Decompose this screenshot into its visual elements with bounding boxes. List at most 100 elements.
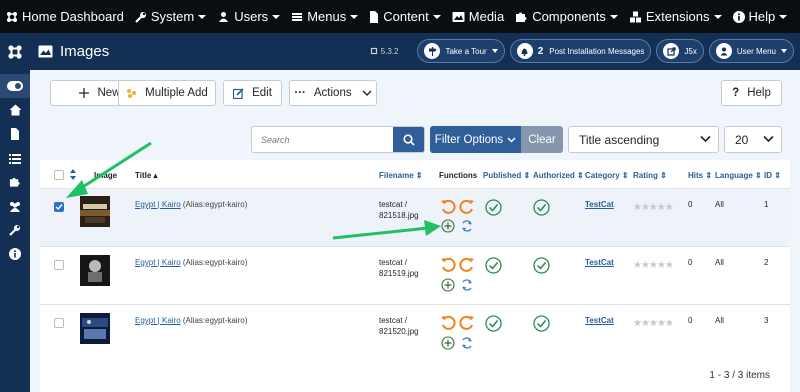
filename-file: 821520.jpg — [379, 327, 419, 336]
menu-media[interactable]: Media — [452, 9, 504, 24]
title-link[interactable]: Egypt | Kairo — [135, 258, 181, 267]
help-button[interactable]: ? Help — [721, 80, 782, 106]
category-link[interactable]: TestCat — [585, 316, 614, 325]
multiple-add-button[interactable]: Multiple Add — [118, 80, 216, 106]
title-link[interactable]: Egypt | Kairo — [135, 316, 181, 325]
column-language-label: Language — [715, 171, 753, 180]
column-hits-label: Hits — [688, 171, 704, 180]
info-icon — [9, 248, 21, 260]
list-limit-select[interactable]: 20 — [724, 126, 782, 153]
post-install-label: Post Installation Messages — [549, 46, 645, 56]
add-circle-icon[interactable] — [441, 278, 455, 292]
filename-path: testcat / — [379, 316, 408, 325]
rating-stars[interactable]: ★★★★★ — [633, 318, 674, 329]
image-thumbnail[interactable] — [80, 313, 110, 344]
search-box — [251, 126, 425, 153]
take-tour-button[interactable]: Take a Tour — [417, 39, 505, 63]
add-circle-icon[interactable] — [441, 219, 455, 233]
sidebar-toggle[interactable] — [0, 74, 30, 98]
language-cell: All — [715, 200, 724, 209]
actions-button[interactable]: ··· Actions — [289, 80, 377, 106]
menu-extensions[interactable]: Extensions — [629, 9, 722, 24]
add-circle-icon[interactable] — [441, 336, 455, 350]
search-input[interactable] — [252, 127, 393, 152]
authorized-check-icon[interactable] — [533, 257, 550, 274]
sidebar-item-system[interactable] — [0, 218, 30, 242]
sort-icon[interactable] — [70, 169, 76, 180]
column-published-label: Published — [483, 171, 522, 180]
column-title[interactable]: Title ▴ — [135, 160, 158, 188]
ordering-select[interactable]: Title ascending — [568, 126, 719, 153]
image-thumbnail[interactable] — [80, 196, 110, 227]
sidebar-item-help[interactable] — [0, 242, 30, 266]
menu-content[interactable]: Content — [369, 9, 441, 24]
sidebar-item-users[interactable] — [0, 194, 30, 218]
sort-ascending-icon: ▴ — [153, 171, 158, 180]
sidebar-item-components[interactable] — [0, 170, 30, 194]
check-all-checkbox[interactable] — [54, 170, 64, 180]
category-cell: TestCat — [585, 258, 614, 267]
column-category[interactable]: Category ⇕ — [585, 160, 629, 188]
column-hits[interactable]: Hits ⇕ — [688, 160, 712, 188]
menu-help[interactable]: Help — [732, 9, 788, 24]
hits-cell: 0 — [688, 200, 693, 209]
caret-down-icon — [432, 14, 441, 19]
image-thumbnail[interactable] — [80, 255, 110, 286]
sidebar-item-menus[interactable] — [0, 146, 30, 170]
column-id[interactable]: ID ⇕ — [764, 160, 781, 188]
user-menu-button[interactable]: User Menu — [708, 39, 794, 63]
site-link-button[interactable]: J5x — [656, 39, 704, 63]
rotate-right-icon[interactable] — [459, 315, 475, 331]
rotate-right-icon[interactable] — [459, 257, 475, 273]
published-check-icon[interactable] — [485, 257, 502, 274]
rating-stars[interactable]: ★★★★★ — [633, 202, 674, 213]
edit-button[interactable]: Edit — [223, 80, 282, 106]
external-link-icon — [663, 43, 680, 59]
sidebar-item-home[interactable] — [0, 98, 30, 122]
refresh-icon[interactable] — [460, 336, 474, 350]
toolbar: New Multiple Add Edit ··· Actions ? Help — [40, 78, 790, 108]
hits-cell: 0 — [688, 258, 693, 267]
rotate-left-icon[interactable] — [440, 257, 456, 273]
authorized-check-icon[interactable] — [533, 315, 550, 332]
search-button[interactable] — [393, 127, 424, 152]
joomla-logo[interactable] — [0, 33, 30, 70]
refresh-icon[interactable] — [460, 278, 474, 292]
column-published[interactable]: Published ⇕ — [483, 160, 530, 188]
rotate-left-icon[interactable] — [440, 315, 456, 331]
authorized-check-icon[interactable] — [533, 199, 550, 216]
category-link[interactable]: TestCat — [585, 258, 614, 267]
category-link[interactable]: TestCat — [585, 200, 614, 209]
cubes-icon — [629, 11, 641, 22]
menu-components[interactable]: Components — [515, 9, 618, 24]
row-checkbox[interactable] — [54, 260, 64, 270]
menu-system[interactable]: System — [135, 9, 207, 24]
post-installation-button[interactable]: 2 Post Installation Messages — [509, 39, 652, 63]
take-tour-label: Take a Tour — [445, 46, 487, 56]
sidebar-item-content[interactable] — [0, 122, 30, 146]
column-id-label: ID — [764, 171, 772, 180]
column-filename[interactable]: Filename ⇕ — [379, 160, 423, 188]
published-check-icon[interactable] — [485, 315, 502, 332]
refresh-icon[interactable] — [460, 219, 474, 233]
published-check-icon[interactable] — [485, 199, 502, 216]
row-checkbox[interactable] — [54, 318, 64, 328]
column-rating[interactable]: Rating ⇕ — [633, 160, 667, 188]
menu-list-icon — [292, 12, 303, 21]
menu-users[interactable]: Users — [217, 9, 281, 24]
file-icon — [370, 10, 379, 23]
rating-stars[interactable]: ★★★★★ — [633, 260, 674, 271]
users-icon — [219, 11, 229, 22]
menu-menus[interactable]: Menus — [291, 9, 359, 24]
rotate-right-icon[interactable] — [459, 199, 475, 215]
column-rating-label: Rating — [633, 171, 658, 180]
menu-home-dashboard[interactable]: Home Dashboard — [6, 9, 124, 24]
rotate-left-icon[interactable] — [440, 199, 456, 215]
column-language[interactable]: Language ⇕ — [715, 160, 762, 188]
row-checkbox[interactable] — [54, 202, 64, 212]
ordering-value: Title ascending — [579, 132, 660, 147]
column-authorized[interactable]: Authorized ⇕ — [533, 160, 584, 188]
clear-button[interactable]: Clear — [521, 126, 563, 153]
title-link[interactable]: Egypt | Kairo — [135, 200, 181, 209]
filter-options-button[interactable]: Filter Options — [430, 126, 521, 153]
